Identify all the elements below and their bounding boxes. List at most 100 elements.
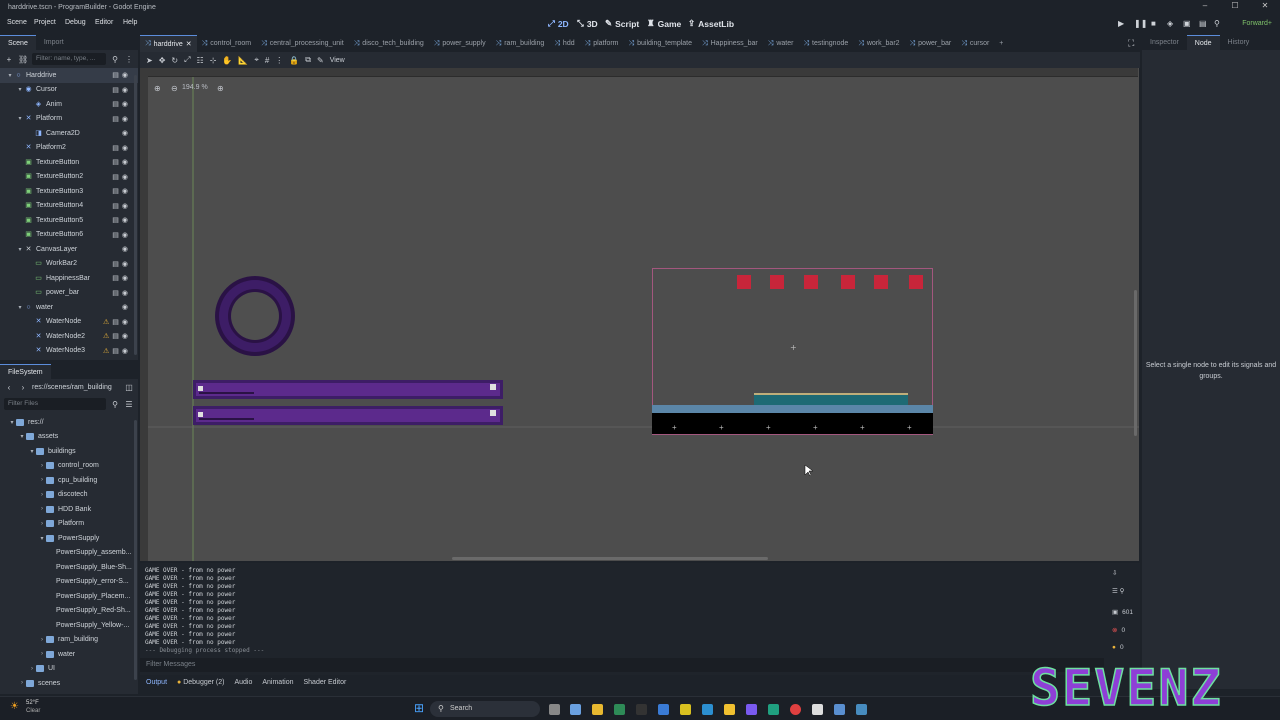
scene-tab[interactable]: ⤨ building_template xyxy=(624,40,697,48)
workspace-3d-button[interactable]: ⤡ 3D xyxy=(577,18,598,29)
scene-tab[interactable]: ⤨ power_supply xyxy=(429,40,491,48)
expand-arrow-icon[interactable]: ▾ xyxy=(16,86,24,93)
pan-tool-icon[interactable]: ✋ xyxy=(222,56,232,65)
link-icon[interactable]: ⛓ xyxy=(18,55,28,64)
script-attached-icon[interactable]: ▤ xyxy=(112,173,119,181)
visibility-eye-icon[interactable]: ◉ xyxy=(122,71,128,79)
maximize-icon[interactable]: ☐ xyxy=(1220,0,1250,12)
visibility-eye-icon[interactable]: ◉ xyxy=(122,303,128,311)
visibility-eye-icon[interactable]: ◉ xyxy=(122,216,128,224)
scene-node-row[interactable]: ▾ ◉ Cursor ▤ ◉ xyxy=(0,83,138,98)
horizontal-scrollbar[interactable] xyxy=(452,557,768,560)
script-attached-icon[interactable]: ▤ xyxy=(112,187,119,195)
file-item[interactable]: › HDD Bank xyxy=(0,502,138,517)
app-icon-9[interactable] xyxy=(812,704,823,715)
visibility-eye-icon[interactable]: ◉ xyxy=(122,274,128,282)
scene-node-row[interactable]: ✕ WaterNode2 ⚠ ▤ ◉ xyxy=(0,329,138,344)
expand-arrow-icon[interactable]: ▾ xyxy=(6,72,14,79)
visibility-eye-icon[interactable]: ◉ xyxy=(122,260,128,268)
scene-node-row[interactable]: ▾ ✕ CanvasLayer ◉ xyxy=(0,242,138,257)
file-item[interactable]: ▾ PowerSupply xyxy=(0,531,138,546)
scene-node-row[interactable]: ▣ TextureButton ▤ ◉ xyxy=(0,155,138,170)
app-icon-10[interactable] xyxy=(834,704,845,715)
split-view-icon[interactable]: ◫ xyxy=(124,383,134,392)
menu-debug[interactable]: Debug xyxy=(65,19,86,26)
play-icon[interactable]: ▶ xyxy=(1118,19,1124,28)
file-item[interactable]: › water xyxy=(0,647,138,662)
stop-icon[interactable]: ■ xyxy=(1151,19,1156,28)
scene-node-row[interactable]: ◨ Camera2D ◉ xyxy=(0,126,138,141)
tab-audio[interactable]: Audio xyxy=(234,679,252,686)
visibility-eye-icon[interactable]: ◉ xyxy=(122,144,128,152)
copy-icon[interactable]: ⇩ xyxy=(1112,569,1117,577)
app-icon-3[interactable] xyxy=(658,704,669,715)
scene-node-row[interactable]: ▣ TextureButton5 ▤ ◉ xyxy=(0,213,138,228)
file-item[interactable]: PowerSupply_Red-Sh... xyxy=(0,604,138,619)
file-item[interactable]: › scenes xyxy=(0,676,138,691)
file-item[interactable]: › discotech xyxy=(0,488,138,503)
windows-start-icon[interactable]: ⊞ xyxy=(414,701,424,715)
app-icon-1[interactable] xyxy=(614,704,625,715)
scene-node-row[interactable]: ▣ TextureButton4 ▤ ◉ xyxy=(0,199,138,214)
ruler-tool-icon[interactable]: 📐 xyxy=(238,56,248,65)
file-item[interactable]: PowerSupply_Placem... xyxy=(0,589,138,604)
file-item[interactable]: › control_room xyxy=(0,459,138,474)
sort-icon[interactable]: ☰ xyxy=(124,400,134,409)
grid-snap-icon[interactable]: # xyxy=(265,56,269,65)
app-icon-2[interactable] xyxy=(636,704,647,715)
file-item[interactable]: › Platform xyxy=(0,517,138,532)
expand-arrow-icon[interactable]: ▾ xyxy=(28,448,36,455)
file-item[interactable]: › cpu_building xyxy=(0,473,138,488)
visibility-eye-icon[interactable]: ◉ xyxy=(122,231,128,239)
script-attached-icon[interactable]: ▤ xyxy=(112,71,119,79)
taskbar-search[interactable]: ⚲ Search xyxy=(430,701,540,717)
scene-node-row[interactable]: ✕ WaterNode3 ⚠ ▤ ◉ xyxy=(0,344,138,359)
visibility-eye-icon[interactable]: ◉ xyxy=(122,187,128,195)
scene-node-row[interactable]: ▭ HappinessBar ▤ ◉ xyxy=(0,271,138,286)
scene-tab[interactable]: ⤨ platform xyxy=(580,40,624,48)
group-icon[interactable]: ⧉ xyxy=(305,55,311,65)
visibility-eye-icon[interactable]: ◉ xyxy=(122,318,128,326)
visibility-eye-icon[interactable]: ◉ xyxy=(122,202,128,210)
scene-tab[interactable]: ⤨ ram_building xyxy=(491,40,550,48)
zoom-reset-icon[interactable]: ⊕ xyxy=(154,84,161,93)
visibility-eye-icon[interactable]: ◉ xyxy=(122,332,128,340)
app-icon-5[interactable] xyxy=(702,704,713,715)
tab-node[interactable]: Node xyxy=(1186,34,1220,51)
expand-arrow-icon[interactable]: ▾ xyxy=(16,246,24,253)
expand-arrow-icon[interactable]: › xyxy=(38,521,46,527)
scene-node-row[interactable]: ▾ ○ Harddrive ▤ ◉ xyxy=(0,68,138,83)
tab-history[interactable]: History xyxy=(1220,35,1258,50)
scene-node-row[interactable]: ✕ WaterNode ⚠ ▤ ◉ xyxy=(0,315,138,330)
bone-icon[interactable]: ✎ xyxy=(317,56,324,65)
app-icon-8[interactable] xyxy=(768,704,779,715)
visibility-eye-icon[interactable]: ◉ xyxy=(122,173,128,181)
minimize-icon[interactable]: – xyxy=(1190,0,1220,12)
play-scene-icon[interactable]: ▣ xyxy=(1183,19,1191,28)
widgets-icon[interactable] xyxy=(570,704,581,715)
renderer-selector[interactable]: Forward+ xyxy=(1242,20,1272,27)
warning-icon[interactable]: ⚠ xyxy=(103,318,109,326)
file-filter-input[interactable]: Filter Files xyxy=(4,398,106,410)
scene-tab[interactable]: ⤨ harddrive ✕ xyxy=(140,35,197,52)
toggle-search-icon[interactable]: ☰ ⚲ xyxy=(1112,587,1124,595)
close-tab-icon[interactable]: ✕ xyxy=(186,40,192,48)
file-item[interactable]: ▾ res:// xyxy=(0,415,138,430)
distraction-free-icon[interactable]: ⛶ xyxy=(1128,38,1134,49)
scene-tab[interactable]: ⤨ disco_tech_building xyxy=(349,40,429,48)
expand-arrow-icon[interactable]: ▾ xyxy=(18,433,26,440)
zoom-level[interactable]: 194.9 % xyxy=(182,84,208,91)
script-attached-icon[interactable]: ▤ xyxy=(112,260,119,268)
forward-icon[interactable]: › xyxy=(18,383,28,392)
expand-arrow-icon[interactable]: ▾ xyxy=(38,535,46,542)
message-count-toggle[interactable]: ▣ 601 xyxy=(1112,608,1133,617)
tab-inspector[interactable]: Inspector xyxy=(1142,35,1187,50)
scene-tab[interactable]: ⤨ testingnode xyxy=(798,40,853,48)
vertical-scrollbar[interactable] xyxy=(1134,290,1137,436)
tab-import[interactable]: Import xyxy=(36,35,72,50)
snap-options-icon[interactable]: ⋮ xyxy=(275,56,283,65)
tab-filesystem[interactable]: FileSystem xyxy=(0,363,51,380)
visibility-eye-icon[interactable]: ◉ xyxy=(122,129,128,137)
search-icon[interactable]: ⚲ xyxy=(110,400,120,409)
file-item[interactable]: ▾ buildings xyxy=(0,444,138,459)
